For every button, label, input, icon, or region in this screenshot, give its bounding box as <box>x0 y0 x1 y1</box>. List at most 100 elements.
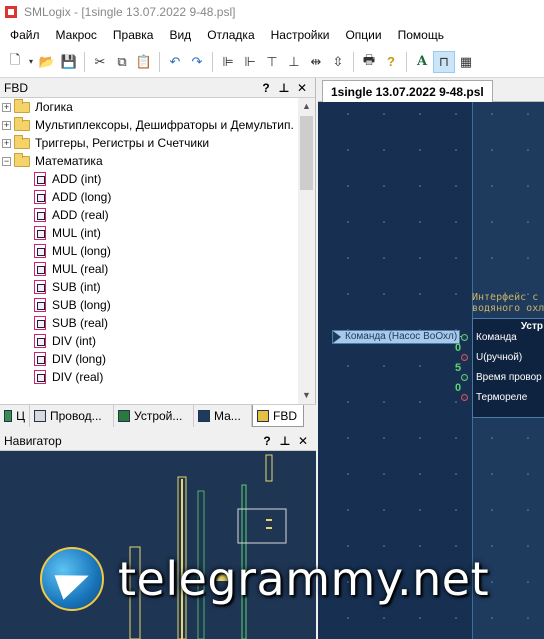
open-folder-icon[interactable]: 📂 <box>36 51 58 73</box>
document-tab[interactable]: 1single 13.07.2022 9-48.psl <box>322 80 493 102</box>
collapse-icon[interactable]: − <box>2 156 11 166</box>
grid-dot <box>455 185 457 187</box>
grid-dot <box>383 401 385 403</box>
tab-fbd[interactable]: FBD <box>252 405 304 427</box>
panel-help-button[interactable]: ? <box>257 81 275 95</box>
input-pin[interactable] <box>461 394 468 401</box>
tab-label: Ма... <box>214 409 241 423</box>
grid-dot <box>419 365 421 367</box>
scroll-thumb[interactable] <box>300 116 313 190</box>
expand-icon[interactable]: + <box>2 102 11 112</box>
expand-icon[interactable]: + <box>2 138 11 148</box>
tree-vertical-scrollbar[interactable]: ▲ ▼ <box>298 98 315 404</box>
help-icon[interactable]: ? <box>380 51 402 73</box>
paste-icon[interactable]: 📋 <box>133 51 155 73</box>
grid-dot <box>491 509 493 511</box>
save-icon[interactable]: 💾 <box>58 51 80 73</box>
input-tag[interactable]: Команда (Насос ВоОхл) <box>332 330 460 344</box>
tree-item[interactable]: ADD (real) <box>0 206 298 224</box>
menu-options[interactable]: Опции <box>337 28 389 42</box>
align-right-icon[interactable]: ⊩ <box>239 51 261 73</box>
tree-item-label: ADD (int) <box>52 172 102 186</box>
tab-c[interactable]: Ц <box>0 405 30 427</box>
cut-icon[interactable]: ✂ <box>89 51 111 73</box>
menu-debug[interactable]: Отладка <box>199 28 262 42</box>
dropdown-arrow-icon[interactable]: ▾ <box>26 51 36 73</box>
folder-icon <box>14 134 30 149</box>
tree-item[interactable]: SUB (long) <box>0 296 298 314</box>
align-bottom-icon[interactable]: ⊥ <box>283 51 305 73</box>
tree-item[interactable]: SUB (real) <box>0 314 298 332</box>
panel-pin-button[interactable]: ⊥ <box>276 434 294 448</box>
menu-view[interactable]: Вид <box>161 28 199 42</box>
tree-folder-multiplexers[interactable]: + Мультиплексоры, Дешифраторы и Демульти… <box>0 116 298 134</box>
same-height-icon[interactable]: ⇳ <box>327 51 349 73</box>
port-label: Команда <box>476 332 517 343</box>
menu-file[interactable]: Файл <box>2 28 48 42</box>
menu-help[interactable]: Помощь <box>390 28 452 42</box>
function-block-icon <box>34 172 46 186</box>
tab-wires[interactable]: Провод... <box>30 405 114 427</box>
tab-devices[interactable]: Устрой... <box>114 405 194 427</box>
menu-settings[interactable]: Настройки <box>263 28 338 42</box>
grid-dot <box>455 401 457 403</box>
tree-item[interactable]: MUL (long) <box>0 242 298 260</box>
block-title: Интерфейс с водяного охл <box>472 292 544 314</box>
tab-macros[interactable]: Ма... <box>194 405 252 427</box>
undo-icon[interactable]: ↶ <box>164 51 186 73</box>
tree-item[interactable]: MUL (real) <box>0 260 298 278</box>
tree-item[interactable]: ADD (long) <box>0 188 298 206</box>
tree-item-label: DIV (real) <box>52 370 104 384</box>
tree-item[interactable]: DIV (real) <box>0 368 298 386</box>
function-block-icon <box>34 262 46 276</box>
tree-item[interactable]: SUB (int) <box>0 278 298 296</box>
grid-dot <box>383 221 385 223</box>
print-icon[interactable]: 🖶 <box>358 51 380 73</box>
grid-dot <box>419 113 421 115</box>
grid-dot <box>419 149 421 151</box>
text-icon[interactable]: A <box>411 51 433 73</box>
grid-dot <box>527 617 529 619</box>
align-left-icon[interactable]: ⊫ <box>217 51 239 73</box>
grid-dot <box>419 473 421 475</box>
tree-item[interactable]: DIV (int) <box>0 332 298 350</box>
menu-bar: Файл Макрос Правка Вид Отладка Настройки… <box>0 24 544 46</box>
scroll-down-icon[interactable]: ▼ <box>298 387 315 404</box>
tree-folder-math[interactable]: − Математика <box>0 152 298 170</box>
menu-edit[interactable]: Правка <box>105 28 162 42</box>
tree-item-label: ADD (long) <box>52 190 112 204</box>
tree-item[interactable]: MUL (int) <box>0 224 298 242</box>
wire-mode-icon[interactable]: ⊓ <box>433 50 455 73</box>
scroll-up-icon[interactable]: ▲ <box>298 98 315 115</box>
function-block-icon <box>34 244 46 258</box>
menu-macro[interactable]: Макрос <box>48 28 105 42</box>
same-width-icon[interactable]: ⇹ <box>305 51 327 73</box>
panel-close-button[interactable]: ✕ <box>293 81 311 95</box>
input-pin[interactable] <box>461 354 468 361</box>
grid-dot <box>419 401 421 403</box>
tree-folder-triggers[interactable]: + Триггеры, Регистры и Счетчики <box>0 134 298 152</box>
function-block-icon <box>34 298 46 312</box>
input-pin[interactable] <box>461 374 468 381</box>
tree-item-label: MUL (int) <box>52 226 101 240</box>
align-top-icon[interactable]: ⊤ <box>261 51 283 73</box>
grid-dot <box>419 293 421 295</box>
block-mode-icon[interactable]: ▦ <box>455 51 477 73</box>
input-pin[interactable] <box>461 334 468 341</box>
fbd-panel-title: FBD <box>4 80 28 95</box>
panel-pin-button[interactable]: ⊥ <box>275 81 293 95</box>
open-folder-icon <box>14 152 30 167</box>
panel-help-button[interactable]: ? <box>258 434 276 448</box>
expand-icon[interactable]: + <box>2 120 11 130</box>
panel-close-button[interactable]: ✕ <box>294 434 312 448</box>
document-tab-bar: 1single 13.07.2022 9-48.psl <box>318 78 544 102</box>
copy-icon[interactable]: ⧉ <box>111 51 133 73</box>
tree-item[interactable]: DIV (long) <box>0 350 298 368</box>
new-file-icon[interactable]: 🗋 <box>4 51 26 73</box>
fbd-panel-header: FBD ? ⊥ ✕ <box>0 78 315 98</box>
tree-item[interactable]: ADD (int) <box>0 170 298 188</box>
tree-folder-logic[interactable]: + Логика <box>0 98 298 116</box>
grid-dot <box>347 113 349 115</box>
redo-icon[interactable]: ↷ <box>186 51 208 73</box>
grid-dot <box>527 149 529 151</box>
